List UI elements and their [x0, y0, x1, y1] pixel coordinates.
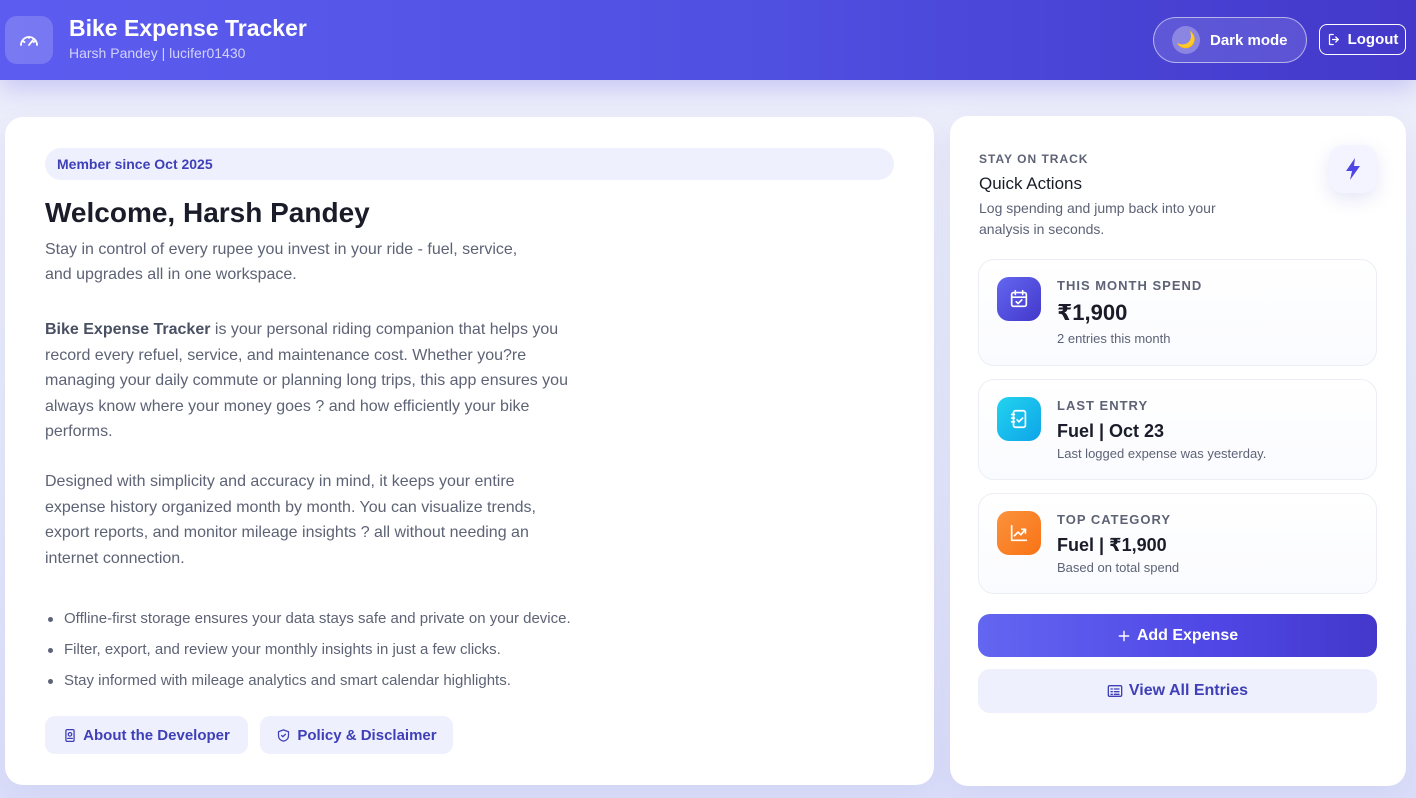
- stat-note: Last logged expense was yesterday.: [1057, 446, 1267, 461]
- moon-icon: 🌙: [1172, 26, 1200, 54]
- welcome-card: Member since Oct 2025 Welcome, Harsh Pan…: [5, 117, 934, 785]
- calendar-check-icon: [997, 277, 1041, 321]
- speedometer-icon: [5, 16, 53, 64]
- feature-item: Filter, export, and review your monthly …: [45, 638, 571, 669]
- member-since-text: Member since Oct 2025: [57, 156, 213, 172]
- stat-note: 2 entries this month: [1057, 331, 1171, 346]
- welcome-heading: Welcome, Harsh Pandey: [45, 197, 370, 228]
- feature-item: Stay informed with mileage analytics and…: [45, 669, 571, 700]
- quick-actions-card: STAY ON TRACK Quick Actions Log spending…: [950, 116, 1406, 786]
- logout-icon: [1328, 33, 1339, 46]
- dark-mode-toggle[interactable]: 🌙 Dark mode: [1153, 17, 1307, 63]
- app-name-bold: Bike Expense Tracker: [45, 321, 211, 338]
- logout-button[interactable]: Logout: [1319, 24, 1406, 55]
- add-expense-button[interactable]: Add Expense: [978, 614, 1377, 657]
- receipt-check-icon: [997, 397, 1041, 441]
- quick-actions-title: Quick Actions: [979, 174, 1082, 193]
- stat-value: ₹1,900: [1057, 300, 1128, 325]
- quick-actions-description: Log spending and jump back into your ana…: [979, 200, 1216, 237]
- feature-list: Offline-first storage ensures your data …: [45, 607, 571, 700]
- stat-note: Based on total spend: [1057, 560, 1180, 575]
- list-card-icon: [1107, 685, 1123, 697]
- stat-value: Fuel | ₹1,900: [1057, 535, 1167, 555]
- eyebrow-label: STAY ON TRACK: [979, 152, 1089, 166]
- logout-label: Logout: [1347, 31, 1399, 48]
- view-all-entries-button[interactable]: View All Entries: [978, 669, 1377, 713]
- member-since-badge: Member since Oct 2025: [45, 148, 894, 180]
- description-paragraph-1: Bike Expense Tracker is your personal ri…: [45, 317, 575, 445]
- feature-item: Offline-first storage ensures your data …: [45, 607, 571, 638]
- plus-icon: [1118, 630, 1130, 641]
- about-developer-button[interactable]: About the Developer: [45, 716, 248, 754]
- lightning-icon: [1329, 145, 1377, 193]
- dark-mode-label: Dark mode: [1210, 31, 1288, 49]
- shield-check-icon: [278, 728, 290, 742]
- user-subtitle: Harsh Pandey | lucifer01430: [69, 45, 246, 61]
- policy-disclaimer-button[interactable]: Policy & Disclaimer: [260, 716, 453, 754]
- tagline: Stay in control of every rupee you inves…: [45, 241, 518, 283]
- trend-up-icon: [997, 511, 1041, 555]
- description-text-1: is your personal riding companion that h…: [45, 321, 568, 440]
- policy-disclaimer-label: Policy & Disclaimer: [297, 726, 437, 744]
- view-all-entries-label: View All Entries: [1128, 682, 1249, 699]
- stat-label: LAST ENTRY: [1057, 398, 1149, 413]
- add-expense-label: Add Expense: [1136, 626, 1239, 644]
- stat-label: TOP CATEGORY: [1057, 512, 1172, 527]
- stat-label: THIS MONTH SPEND: [1057, 278, 1203, 293]
- id-badge-icon: [65, 728, 75, 742]
- app-header: Bike Expense Tracker Harsh Pandey | luci…: [0, 0, 1416, 80]
- stat-card-month-spend: THIS MONTH SPEND ₹1,900 2 entries this m…: [978, 259, 1377, 366]
- about-developer-label: About the Developer: [83, 726, 230, 744]
- app-title: Bike Expense Tracker: [69, 15, 307, 41]
- stat-value: Fuel | Oct 23: [1057, 421, 1165, 441]
- description-paragraph-2: Designed with simplicity and accuracy in…: [45, 473, 536, 567]
- stat-card-last-entry: LAST ENTRY Fuel | Oct 23 Last logged exp…: [978, 379, 1377, 480]
- stat-card-top-category: TOP CATEGORY Fuel | ₹1,900 Based on tota…: [978, 493, 1377, 594]
